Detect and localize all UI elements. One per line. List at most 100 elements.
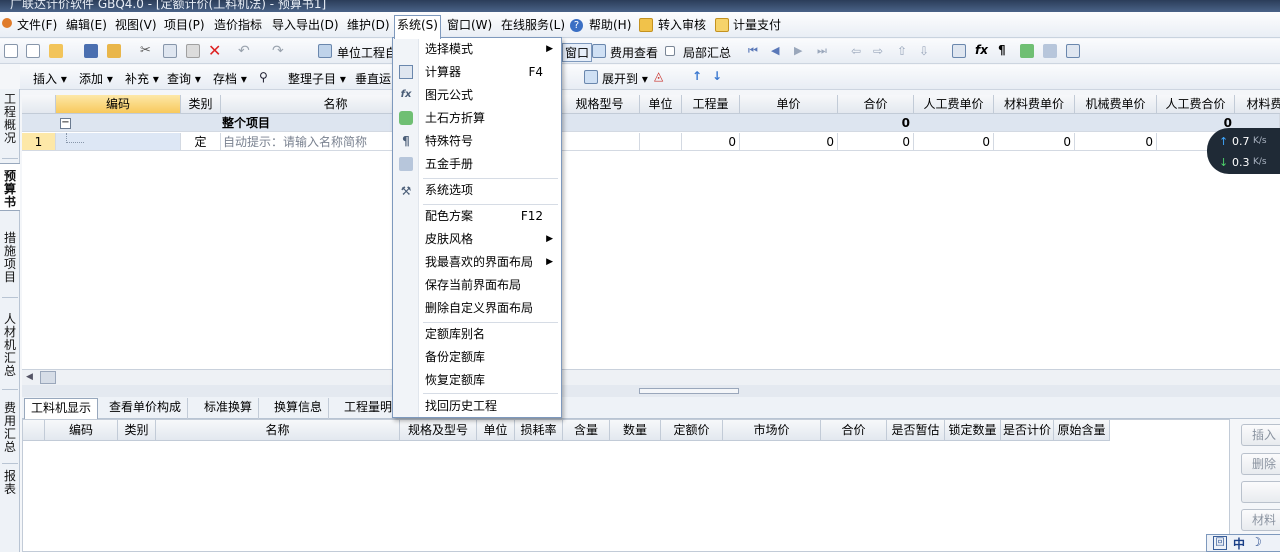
- col-header-unit[interactable]: 单位: [640, 95, 682, 114]
- col-header-labor-total[interactable]: 人工费合价: [1157, 95, 1235, 114]
- lower-col-quota-price[interactable]: 定额价: [661, 420, 723, 441]
- redo-icon[interactable]: ↷: [272, 43, 286, 59]
- tab-measures[interactable]: 措施项目: [0, 232, 20, 288]
- pilcrow-icon[interactable]: ¶: [998, 43, 1012, 57]
- fill-color-icon[interactable]: ◬: [654, 69, 668, 83]
- tab-conversion-info[interactable]: 换算信息: [268, 398, 330, 419]
- arrow-up-icon[interactable]: ↑: [692, 69, 706, 83]
- next-icon[interactable]: ▶: [794, 44, 808, 58]
- formula-icon[interactable]: fx: [975, 43, 989, 57]
- lower-col-market-price[interactable]: 市场价: [723, 420, 821, 441]
- menu-item-restore-quota[interactable]: 恢复定额库: [425, 369, 485, 391]
- tab-project-overview[interactable]: 工程概况: [0, 91, 20, 145]
- query-menu-button[interactable]: 查询 ▾: [167, 70, 201, 87]
- lower-col-unit[interactable]: 单位: [477, 420, 515, 441]
- insert-menu-button[interactable]: 插入 ▾: [33, 70, 67, 87]
- menu-online-service[interactable]: 在线服务(L): [499, 16, 567, 35]
- tab-fee-summary[interactable]: 费用汇总: [0, 402, 20, 458]
- menu-item-quota-alias[interactable]: 定额库别名: [425, 323, 485, 345]
- lower-col-amount[interactable]: 数量: [610, 420, 661, 441]
- menu-item-recover-history[interactable]: 找回历史工程: [425, 395, 497, 417]
- menu-help[interactable]: 帮助(H): [587, 16, 633, 35]
- first-icon[interactable]: ⏮: [748, 44, 762, 58]
- menu-project[interactable]: 项目(P): [162, 16, 207, 35]
- col-header-type[interactable]: 类别: [181, 95, 221, 114]
- scroll-thumb[interactable]: [40, 371, 56, 384]
- row-number[interactable]: 1: [22, 133, 56, 151]
- prev-icon[interactable]: ◀: [771, 44, 785, 58]
- menu-measure-payment[interactable]: 计量支付: [731, 16, 783, 35]
- menu-item-skin-style[interactable]: 皮肤风格: [425, 228, 473, 250]
- expand-to-button[interactable]: 展开到 ▾: [602, 70, 648, 87]
- col-header-material-price[interactable]: 材料费单价: [994, 95, 1075, 114]
- lower-col-spec[interactable]: 规格及型号: [400, 420, 477, 441]
- menu-item-special-symbols[interactable]: 特殊符号: [425, 130, 473, 152]
- tab-labor-material-summary[interactable]: 人材机汇总: [0, 313, 20, 381]
- window-button[interactable]: 窗口: [562, 43, 593, 62]
- supplement-menu-button[interactable]: 补充 ▾: [125, 70, 159, 87]
- move-down-icon[interactable]: ⇩: [919, 44, 933, 58]
- material-side-button[interactable]: 材料: [1241, 509, 1280, 531]
- menu-item-element-formula[interactable]: 图元公式: [425, 84, 473, 106]
- last-icon[interactable]: ⏭: [817, 44, 831, 58]
- menu-item-delete-custom-layout[interactable]: 删除自定义界面布局: [425, 297, 533, 319]
- tab-labor-material-display[interactable]: 工料机显示: [24, 398, 99, 419]
- row-material-price-cell[interactable]: 0: [994, 133, 1075, 151]
- lower-col-type[interactable]: 类别: [118, 420, 156, 441]
- row-unit-cell[interactable]: [640, 133, 682, 151]
- menu-window[interactable]: 窗口(W): [445, 16, 494, 35]
- collapse-toggle[interactable]: −: [60, 118, 71, 129]
- menu-file[interactable]: 文件(F): [15, 16, 59, 35]
- col-header-labor-price[interactable]: 人工费单价: [914, 95, 994, 114]
- menu-item-favorite-layout[interactable]: 我最喜欢的界面布局: [425, 251, 533, 273]
- delete-icon[interactable]: ✕: [208, 43, 222, 59]
- arrow-down-icon[interactable]: ↓: [712, 69, 726, 83]
- new-icon[interactable]: [4, 44, 18, 58]
- insert-material-button[interactable]: 插入: [1241, 424, 1280, 446]
- pane-splitter[interactable]: [22, 385, 1280, 397]
- scroll-left-icon[interactable]: ◀: [26, 372, 33, 382]
- new-from-template-icon[interactable]: [26, 44, 40, 58]
- col-header-machine-price[interactable]: 机械费单价: [1075, 95, 1157, 114]
- row-labor-price-cell[interactable]: 0: [914, 133, 994, 151]
- add-menu-button[interactable]: 添加 ▾: [79, 70, 113, 87]
- menu-system[interactable]: 系统(S): [394, 15, 441, 39]
- binoculars-icon[interactable]: ⚲: [259, 70, 273, 84]
- menu-view[interactable]: 视图(V): [113, 16, 159, 35]
- col-header-material-total[interactable]: 材料费: [1235, 95, 1280, 114]
- menu-transfer-review[interactable]: 转入审核: [656, 16, 708, 35]
- moon-icon[interactable]: ☽: [1251, 535, 1262, 549]
- lower-col-code[interactable]: 编码: [45, 420, 118, 441]
- col-header-total[interactable]: 合价: [838, 95, 914, 114]
- move-right-icon[interactable]: ⇨: [873, 44, 887, 58]
- unit-project-button[interactable]: 单位工程自: [337, 44, 397, 61]
- lower-col-total[interactable]: 合价: [821, 420, 887, 441]
- menu-import-export[interactable]: 导入导出(D): [270, 16, 341, 35]
- open-folder-icon[interactable]: [49, 44, 63, 58]
- tab-budget-book[interactable]: 预算书: [0, 163, 20, 211]
- menu-item-calculator[interactable]: 计算器: [425, 61, 461, 83]
- col-header-quantity[interactable]: 工程量: [682, 95, 740, 114]
- paste-icon[interactable]: [186, 44, 200, 58]
- menu-item-earthwork-conversion[interactable]: 土石方折算: [425, 107, 485, 129]
- move-up-icon[interactable]: ⇧: [897, 44, 911, 58]
- menu-item-select-mode[interactable]: 选择模式: [425, 38, 473, 60]
- cube-icon[interactable]: [1020, 44, 1034, 58]
- archive-menu-button[interactable]: 存档 ▾: [213, 70, 247, 87]
- menu-item-save-layout[interactable]: 保存当前界面布局: [425, 274, 521, 296]
- handbook-icon[interactable]: [1043, 44, 1057, 58]
- list-icon[interactable]: [1066, 44, 1080, 58]
- row-total-cell[interactable]: 0: [838, 133, 914, 151]
- row-machine-price-cell[interactable]: 0: [1075, 133, 1157, 151]
- copy-icon[interactable]: [163, 44, 177, 58]
- ime-mode-label[interactable]: 中: [1233, 535, 1245, 552]
- lower-col-original-content[interactable]: 原始含量: [1054, 420, 1110, 441]
- row-spec-cell[interactable]: [560, 133, 640, 151]
- horizontal-scrollbar[interactable]: ◀: [22, 369, 1280, 385]
- menu-item-system-options[interactable]: 系统选项: [425, 179, 473, 201]
- move-left-icon[interactable]: ⇦: [851, 44, 865, 58]
- delete-material-button[interactable]: 删除: [1241, 453, 1280, 475]
- calculator-icon[interactable]: [952, 44, 966, 58]
- col-header-code[interactable]: 编码: [56, 95, 181, 114]
- ime-bar[interactable]: 回 中 ☽: [1206, 534, 1280, 552]
